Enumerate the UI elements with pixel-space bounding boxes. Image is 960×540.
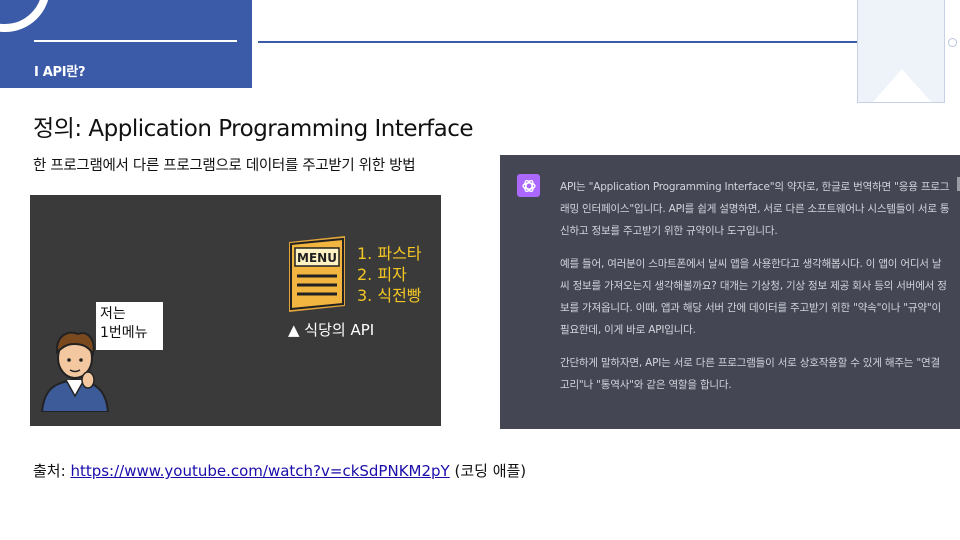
source-link[interactable]: https://www.youtube.com/watch?v=ckSdPNKM…: [70, 462, 449, 480]
chat-response-text: API는 "Application Programming Interface"…: [560, 176, 950, 407]
menu-item: 1. 파스타: [357, 244, 422, 263]
top-rule-line: [258, 41, 860, 43]
menu-sign-text: MENU: [297, 251, 337, 265]
slide-title: 정의: Application Programming Interface: [33, 116, 474, 142]
restaurant-api-illustration: MENU 1. 파스타 2. 피자 3. 식전빵 ▲ 식당의 API 저는 1번…: [30, 195, 441, 426]
rule-end-dot: [948, 38, 957, 47]
header-decoration-circle: [0, 0, 50, 32]
illustration-caption: ▲ 식당의 API: [288, 321, 375, 339]
decorative-card: [857, 0, 945, 103]
decorative-triangle: [872, 69, 932, 102]
source-label: 출처:: [33, 462, 71, 480]
chat-paragraph: 간단하게 말하자면, API는 서로 다른 프로그램들이 서로 상호작용할 수 …: [560, 357, 940, 391]
chat-paragraph: API는 "Application Programming Interface"…: [560, 181, 950, 237]
slide-subtitle: 한 프로그램에서 다른 프로그램으로 데이터를 주고받기 위한 방법: [33, 158, 416, 174]
menu-list: 1. 파스타 2. 피자 3. 식전빵: [357, 243, 422, 306]
openai-logo-glyph: [521, 179, 536, 192]
openai-logo-icon: [517, 174, 540, 197]
section-label: I API란?: [34, 65, 86, 80]
menu-board-icon: MENU: [289, 236, 345, 312]
source-suffix: (코딩 애플): [449, 462, 527, 480]
source-citation: 출처: https://www.youtube.com/watch?v=ckSd…: [33, 460, 526, 481]
section-header: I API란?: [0, 0, 252, 88]
header-divider: [34, 40, 237, 42]
menu-item: 2. 피자: [357, 265, 407, 284]
chatgpt-response-panel: API는 "Application Programming Interface"…: [500, 155, 960, 429]
menu-item: 3. 식전빵: [357, 286, 422, 305]
chat-paragraph: 예를 들어, 여러분이 스마트폰에서 날씨 앱을 사용한다고 생각해봅시다. 이…: [560, 258, 947, 336]
customer-person-icon: [40, 331, 110, 412]
